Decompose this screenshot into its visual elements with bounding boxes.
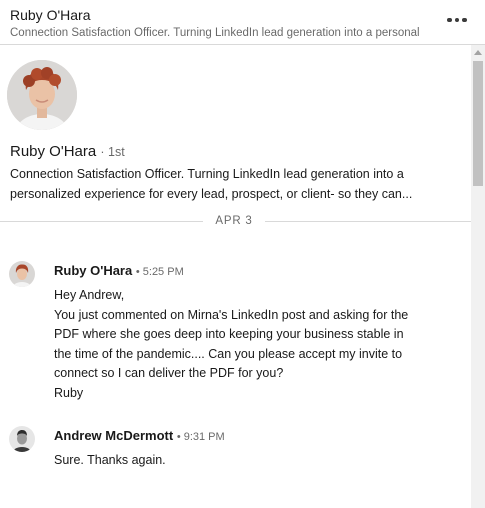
header-contact-name[interactable]: Ruby O'Hara bbox=[10, 7, 90, 23]
scrollbar-thumb[interactable] bbox=[473, 61, 483, 186]
message-body: Hey Andrew, You just commented on Mirna'… bbox=[54, 286, 464, 403]
avatar-photo-icon bbox=[9, 426, 35, 452]
profile-name[interactable]: Ruby O'Hara · 1st bbox=[10, 143, 125, 160]
message-line: You just commented on Mirna's LinkedIn p… bbox=[54, 307, 409, 322]
divider-line bbox=[0, 221, 203, 222]
message-sender: Andrew McDermott • 9:31 PM bbox=[54, 428, 225, 443]
profile-avatar[interactable] bbox=[7, 60, 77, 130]
message-line: PDF where she goes deep into keeping you… bbox=[54, 327, 404, 341]
ellipsis-horizontal-icon bbox=[447, 17, 452, 23]
message-line: connect so I can deliver the PDF for you… bbox=[54, 366, 284, 380]
avatar-photo-icon bbox=[9, 261, 35, 287]
divider-line bbox=[265, 221, 471, 222]
message-line: Ruby bbox=[54, 385, 84, 400]
connection-degree: · 1st bbox=[100, 145, 125, 159]
ellipsis-dot bbox=[454, 17, 460, 23]
message-line: Sure. Thanks again. bbox=[54, 453, 166, 467]
message-sender-name[interactable]: Andrew McDermott bbox=[54, 428, 173, 443]
message-timestamp: • 5:25 PM bbox=[135, 266, 184, 278]
scroll-up-button[interactable] bbox=[471, 45, 485, 59]
vertical-scrollbar[interactable] bbox=[471, 45, 485, 508]
conversation-header: Ruby O'Hara Connection Satisfaction Offi… bbox=[0, 0, 485, 45]
profile-name-text[interactable]: Ruby O'Hara bbox=[10, 143, 96, 160]
ellipsis-dot bbox=[462, 17, 467, 23]
date-divider: APR 3 bbox=[0, 213, 471, 231]
profile-headline-line: Connection Satisfaction Officer. Turning… bbox=[10, 167, 404, 181]
more-options-button[interactable] bbox=[443, 8, 471, 32]
message-body: Sure. Thanks again. bbox=[54, 451, 464, 471]
conversation-thread[interactable]: Ruby O'Hara · 1st Connection Satisfactio… bbox=[0, 45, 471, 508]
profile-headline-line: personalized experience for every lead, … bbox=[10, 187, 413, 201]
message-line: the time of the pandemic.... Can you ple… bbox=[54, 346, 403, 361]
message-avatar[interactable] bbox=[9, 261, 35, 287]
message-avatar[interactable] bbox=[9, 426, 35, 452]
chevron-up-icon bbox=[474, 49, 482, 55]
message-sender-name[interactable]: Ruby O'Hara bbox=[54, 263, 132, 278]
header-contact-headline: Connection Satisfaction Officer. Turning… bbox=[10, 27, 420, 39]
avatar-photo-icon bbox=[7, 60, 77, 130]
message-line: Hey Andrew, bbox=[54, 288, 125, 302]
profile-headline: Connection Satisfaction Officer. Turning… bbox=[10, 164, 465, 204]
date-label: APR 3 bbox=[215, 215, 253, 227]
message-timestamp: • 9:31 PM bbox=[176, 431, 225, 443]
message-sender: Ruby O'Hara • 5:25 PM bbox=[54, 263, 184, 278]
